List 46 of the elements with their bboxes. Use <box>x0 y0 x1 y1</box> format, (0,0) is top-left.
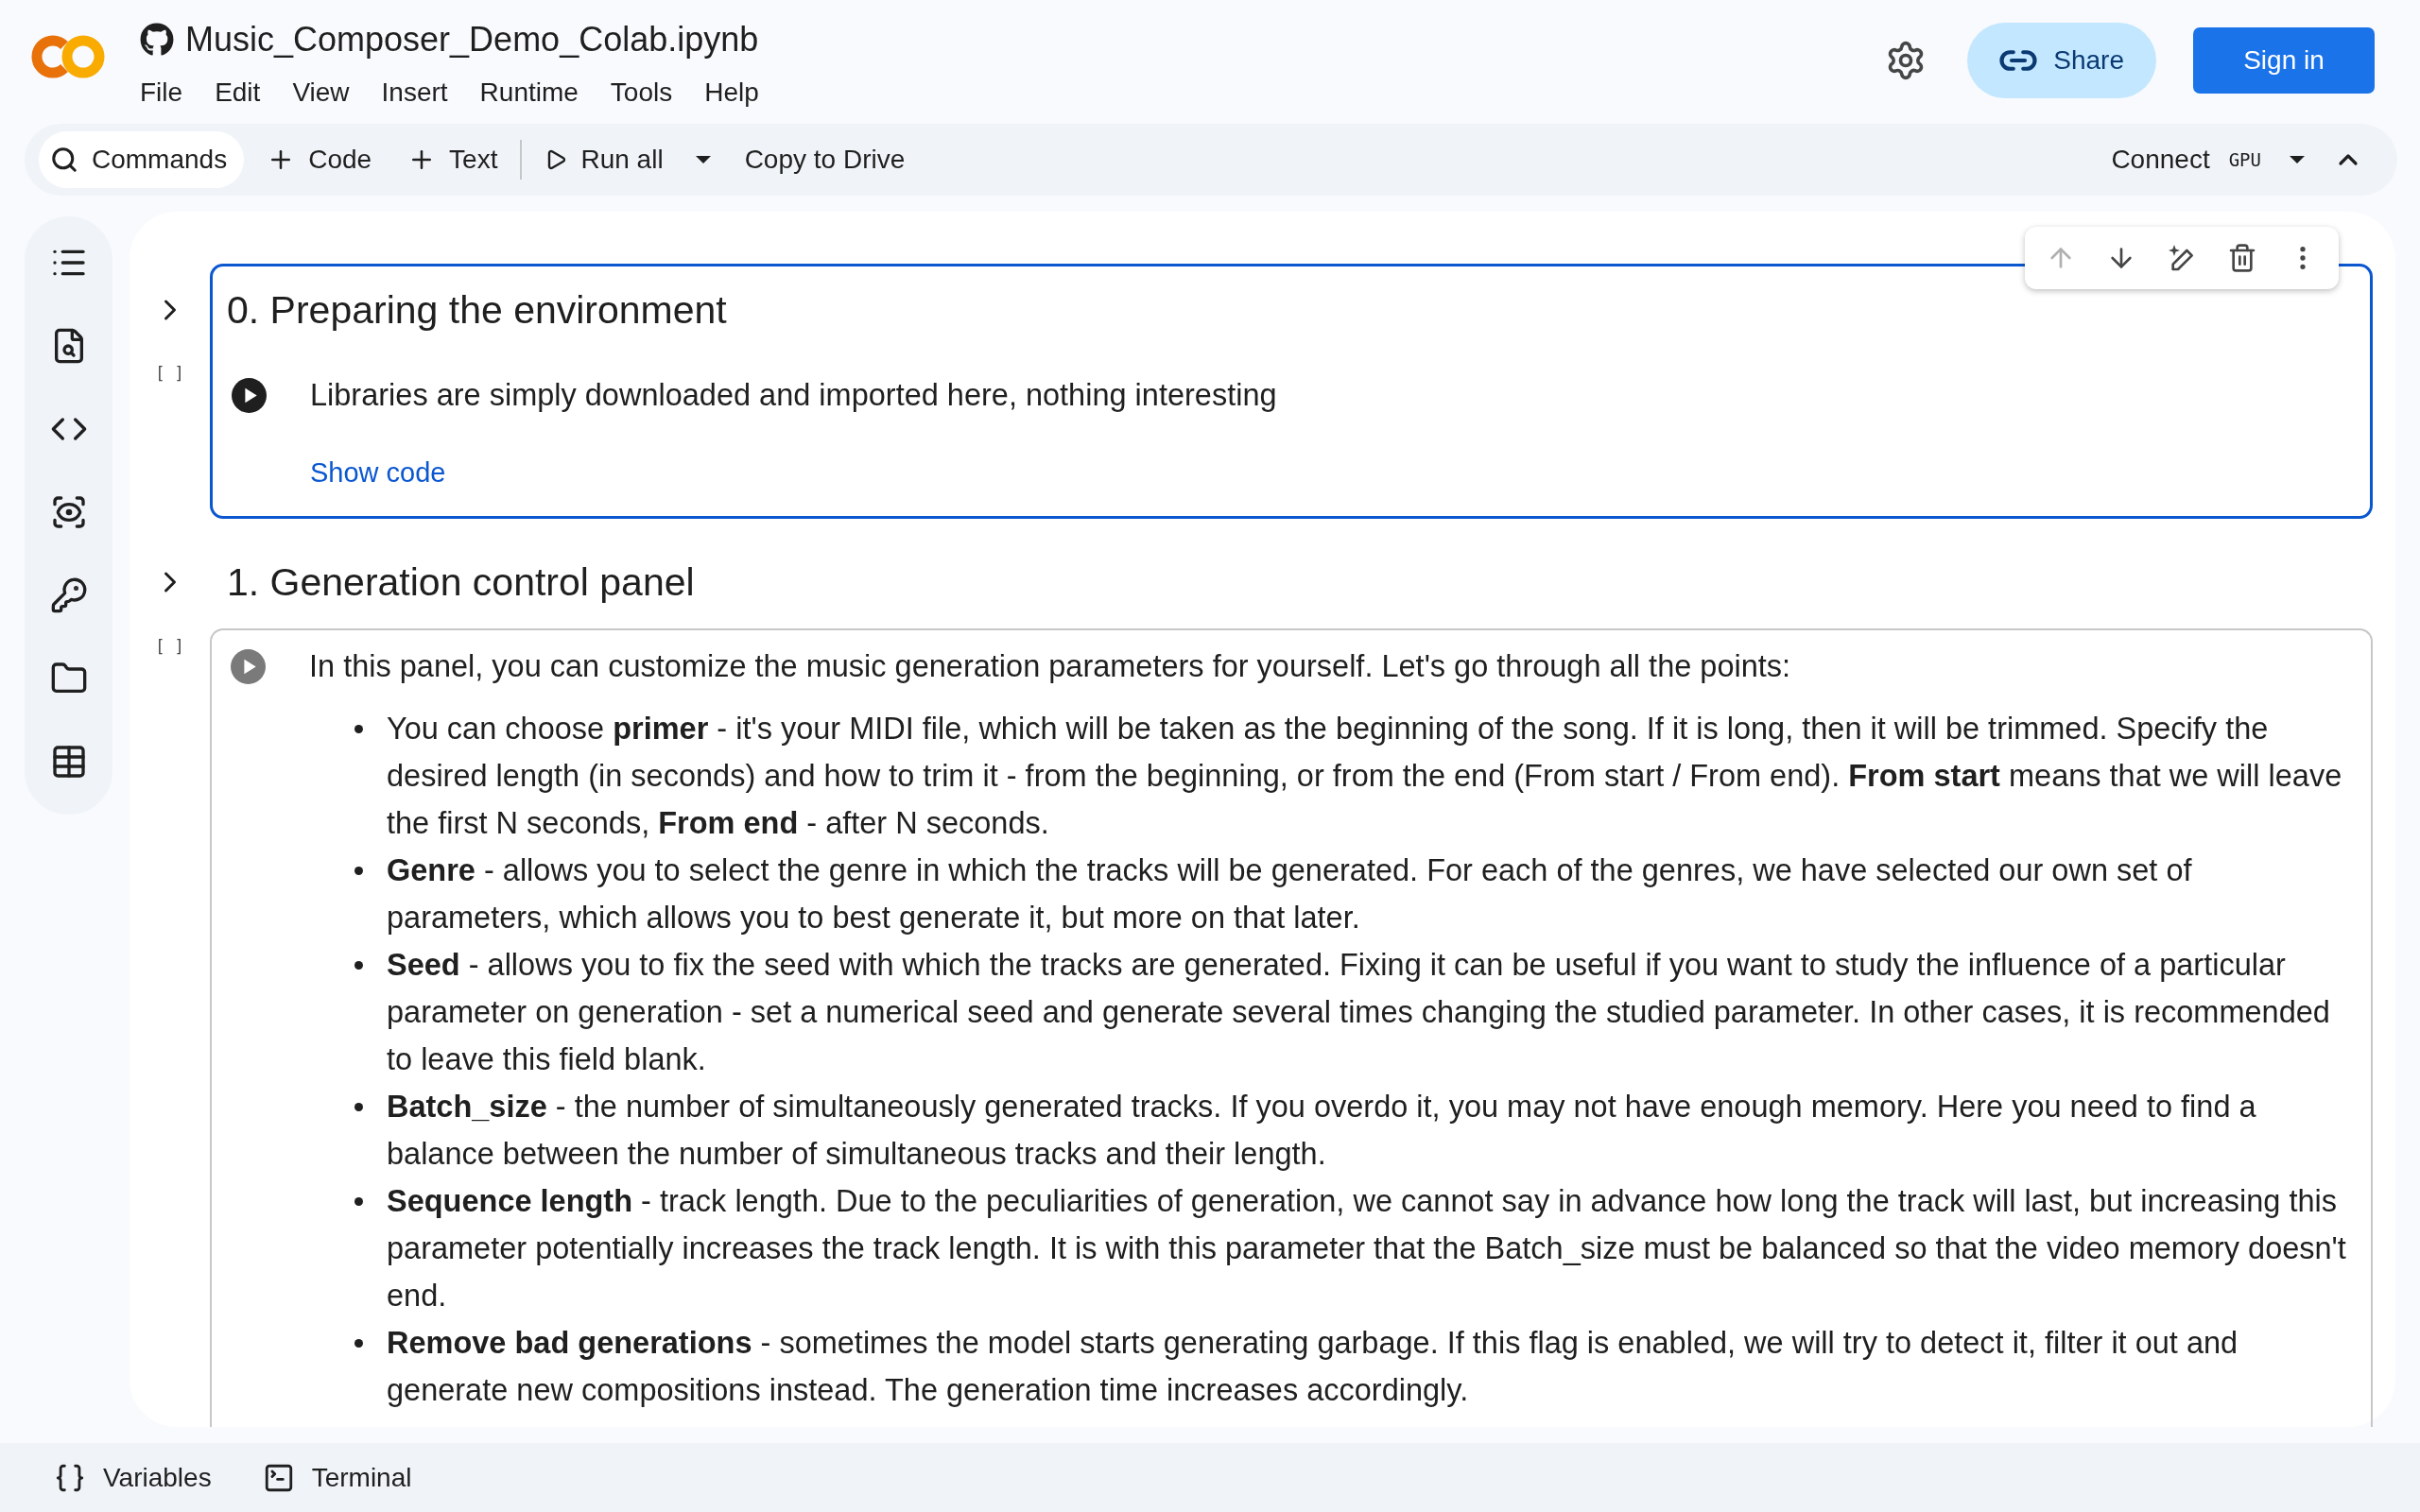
menu-item[interactable]: View <box>283 74 359 112</box>
run-all-button[interactable]: Run all <box>531 131 677 188</box>
logo-icon[interactable] <box>31 33 107 80</box>
play-circle-icon[interactable] <box>232 377 267 413</box>
copy-to-drive-button[interactable]: Copy to Drive <box>731 131 919 188</box>
notebook-title[interactable]: Music_Composer_Demo_Colab.ipynb <box>185 16 759 63</box>
bottom-bar-button[interactable]: Variables <box>43 1449 223 1506</box>
execution-count: [ ] <box>155 636 184 658</box>
cell-description: Libraries are simply downloaded and imported here, nothing interesting <box>310 377 1277 414</box>
add-cell-button[interactable]: Code <box>253 131 386 188</box>
add-cell-button[interactable]: Text <box>394 131 511 188</box>
share-button[interactable]: Share <box>1967 23 2156 98</box>
bullet-icon <box>354 1197 363 1206</box>
bullet-icon <box>354 867 363 875</box>
list-item-text: Seed - allows you to fix the seed with which the tracks are generated. Fixing it can be useful if you want to study the influence of a particular parameter on generation - set a numerical seed and generate several times changing the studied parameter. In other cases, it is recommended to leave this field blank. <box>387 947 2331 1078</box>
menu-item[interactable]: File <box>130 74 193 112</box>
accelerator-label: GPU <box>2228 149 2261 170</box>
bullet-icon <box>354 1103 363 1111</box>
connect-button[interactable]: Connect GPU <box>2105 131 2267 188</box>
sign-in-button[interactable]: Sign in <box>2193 27 2375 94</box>
bullet-icon <box>354 725 363 733</box>
menu-item[interactable]: Edit <box>205 74 270 112</box>
search-icon <box>50 146 78 174</box>
list-item-text: Genre - allows you to select the genre in which the tracks will be generated. For each of the genres, we have selected our own set of parameters, which allows you to best generate it, but more on that later. <box>387 852 2193 936</box>
list-item-text: Sequence length - track length. Due to the peculiarities of generation, we cannot say in advance how long the track will last, but increasing this parameter potentially increases the track length. It is with this parameter that the Batch_size must be balanced so that the video memory doesn't end. <box>387 1183 2347 1314</box>
menu-item[interactable]: Insert <box>372 74 458 112</box>
list-item-text: Remove bad generations - sometimes the model starts generating garbage. If this flag is enabled, we will try to detect it, filter it out and generate new compositions instead. The generation time increases accordingly. <box>387 1325 2239 1409</box>
section-heading: 0. Preparing the environment <box>226 287 728 334</box>
execution-count: [ ] <box>155 363 184 385</box>
github-icon[interactable] <box>140 23 174 57</box>
list-item-text: You can choose primer - it's your MIDI file, which will be taken as the beginning of the song. If it is long, then it will be trimmed. Specify the desired length (in seconds) and how to trim it - from the beginning, or from the end (From start / From end). From start means that we will leave the first N seconds, From end - after N seconds. <box>387 711 2343 842</box>
commands-button[interactable]: Commands <box>39 131 245 188</box>
bullet-icon <box>354 1339 363 1348</box>
menu-item[interactable]: Tools <box>600 74 683 112</box>
caret-down-icon[interactable] <box>2290 156 2305 163</box>
bottom-bar-button[interactable]: Terminal <box>251 1449 424 1506</box>
key-icon[interactable] <box>49 576 88 614</box>
list-item-text: Batch_size - the number of simultaneously generated tracks. If you overdo it, you may not have enough memory. Here you need to find a balance between the number of simultaneous tracks and their length. <box>387 1089 2257 1173</box>
trash-icon[interactable] <box>2227 243 2257 273</box>
show-code-link[interactable]: Show code <box>310 454 446 491</box>
section-heading: 1. Generation control panel <box>226 559 696 606</box>
caret-down-icon[interactable] <box>695 156 711 163</box>
menu-item[interactable]: Runtime <box>470 74 588 112</box>
intro-paragraph: In this panel, you can customize the music generation parameters for yourself. Let's go through all the points: <box>309 648 1791 685</box>
menu-item[interactable]: Help <box>695 74 769 112</box>
bullet-icon <box>354 961 363 970</box>
